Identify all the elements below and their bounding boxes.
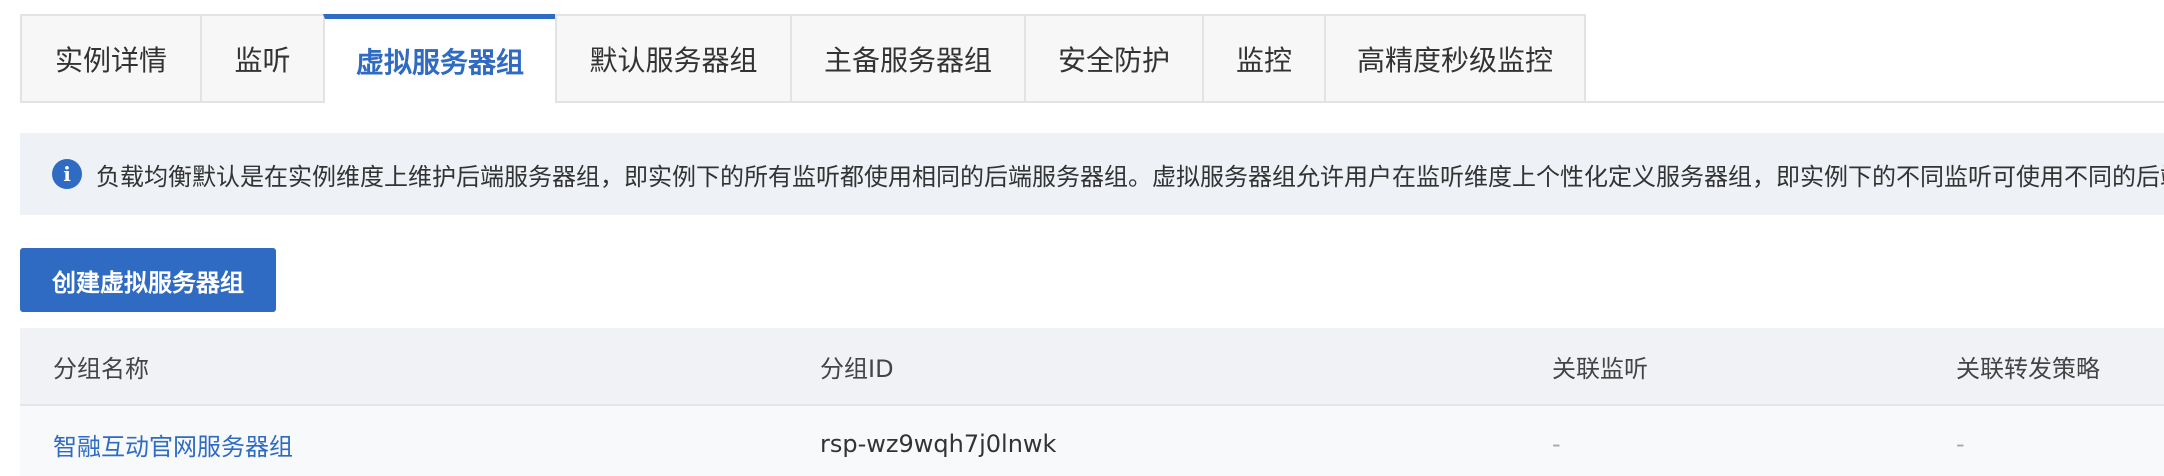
server-group-table: 分组名称 分组ID 关联监听 关联转发策略 智融互动官网服务器组 rsp-wz9… — [20, 328, 2164, 476]
info-icon: i — [52, 159, 82, 189]
associated-policies-value: - — [1956, 430, 1965, 458]
table-row: 智融互动官网服务器组 rsp-wz9wqh7j0lnwk - - — [20, 406, 2164, 476]
associated-listeners-value: - — [1552, 430, 1561, 458]
group-id: rsp-wz9wqh7j0lnwk — [820, 430, 1057, 458]
header-associated-forwarding-policies: 关联转发策略 — [1956, 354, 2100, 383]
tab-primary-secondary-server-group[interactable]: 主备服务器组 — [790, 14, 1024, 101]
tab-monitoring[interactable]: 监控 — [1202, 14, 1324, 101]
tab-default-server-group[interactable]: 默认服务器组 — [555, 14, 790, 101]
header-associated-listeners: 关联监听 — [1552, 354, 1648, 383]
table-header: 分组名称 分组ID 关联监听 关联转发策略 — [20, 328, 2164, 406]
create-virtual-server-group-button[interactable]: 创建虚拟服务器组 — [20, 248, 276, 312]
tab-high-precision-monitoring[interactable]: 高精度秒级监控 — [1324, 14, 1586, 101]
tab-bar: 实例详情 监听 虚拟服务器组 默认服务器组 主备服务器组 安全防护 监控 高精度… — [20, 14, 2164, 103]
page: 实例详情 监听 虚拟服务器组 默认服务器组 主备服务器组 安全防护 监控 高精度… — [0, 0, 2164, 476]
notice-text: 负载均衡默认是在实例维度上维护后端服务器组，即实例下的所有监听都使用相同的后端服… — [96, 162, 2164, 191]
group-name-link[interactable]: 智融互动官网服务器组 — [53, 406, 293, 476]
tab-listeners[interactable]: 监听 — [200, 14, 323, 101]
info-notice: i 负载均衡默认是在实例维度上维护后端服务器组，即实例下的所有监听都使用相同的后… — [20, 133, 2164, 215]
header-group-id: 分组ID — [820, 354, 894, 383]
header-group-name: 分组名称 — [53, 354, 149, 383]
tab-instance-details[interactable]: 实例详情 — [20, 14, 200, 101]
tab-security-protection[interactable]: 安全防护 — [1024, 14, 1202, 101]
tab-virtual-server-groups[interactable]: 虚拟服务器组 — [323, 14, 555, 103]
